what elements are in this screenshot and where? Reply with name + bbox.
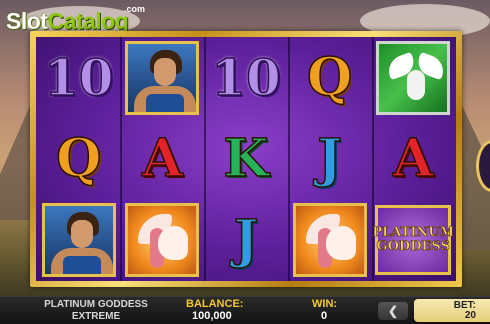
balance-value: 100,000 bbox=[192, 310, 232, 322]
reel-cell: A bbox=[372, 120, 454, 199]
reel-frame: 10 10 Q Q A K J A J PLATINUM GODDESS bbox=[30, 31, 462, 287]
bet-decrease-button[interactable]: ❮ bbox=[378, 302, 408, 320]
reel-cell: 10 bbox=[205, 39, 287, 118]
symbol-k: K bbox=[223, 127, 270, 189]
win-label: WIN: bbox=[312, 298, 338, 310]
reel-cell: Q bbox=[38, 120, 120, 199]
symbol-pegasus bbox=[125, 202, 200, 277]
game-title: PLATINUM GODDESS EXTREME bbox=[36, 299, 156, 323]
reel-cell bbox=[122, 200, 204, 279]
logo-tile-line1: PLATINUM bbox=[372, 225, 455, 241]
reel-cell bbox=[372, 39, 454, 118]
reel-cell bbox=[289, 200, 371, 279]
balance-label: BALANCE: bbox=[186, 298, 244, 310]
reel-cell: J bbox=[205, 200, 287, 279]
symbol-game-logo: PLATINUM GODDESS bbox=[372, 204, 455, 275]
game-title-line2: EXTREME bbox=[71, 311, 121, 322]
reel-cell: K bbox=[205, 120, 287, 199]
symbol-q: Q bbox=[55, 127, 102, 189]
chevron-left-icon: ❮ bbox=[387, 304, 399, 318]
symbol-10: 10 bbox=[210, 48, 281, 108]
symbol-dove bbox=[376, 41, 451, 116]
reel-cell bbox=[38, 200, 120, 279]
symbol-hero-portrait bbox=[125, 41, 200, 116]
bet-value: 20 bbox=[464, 310, 476, 321]
symbol-j: J bbox=[233, 208, 259, 270]
symbol-10: 10 bbox=[43, 48, 114, 108]
watermark-suffix: .com bbox=[124, 4, 146, 14]
control-bar: PLATINUM GODDESS EXTREME BALANCE: 100,00… bbox=[0, 296, 490, 324]
reel-grid: 10 10 Q Q A K J A J PLATINUM GODDESS bbox=[36, 37, 456, 281]
bet-panel[interactable]: BET: 20 bbox=[414, 299, 490, 322]
symbol-a: A bbox=[141, 127, 183, 189]
reel-cell: PLATINUM GODDESS bbox=[372, 200, 454, 279]
reel-cell: 10 bbox=[38, 39, 120, 118]
reel-cell: J bbox=[289, 120, 371, 199]
logo-tile-line2: GODDESS bbox=[376, 238, 450, 254]
reel-cell: A bbox=[122, 120, 204, 199]
symbol-hero-portrait bbox=[41, 202, 116, 277]
game-title-line1: PLATINUM GODDESS bbox=[44, 299, 148, 310]
symbol-q: Q bbox=[306, 47, 353, 109]
game-background: Slot Catalog .com 10 10 Q Q A K J A J PLATINUM GOD… bbox=[0, 0, 490, 296]
reel-cell: Q bbox=[289, 39, 371, 118]
win-value: 0 bbox=[321, 310, 328, 322]
reel-cell bbox=[122, 39, 204, 118]
symbol-j: J bbox=[317, 127, 343, 189]
symbol-pegasus bbox=[292, 202, 367, 277]
symbol-a: A bbox=[392, 127, 434, 189]
